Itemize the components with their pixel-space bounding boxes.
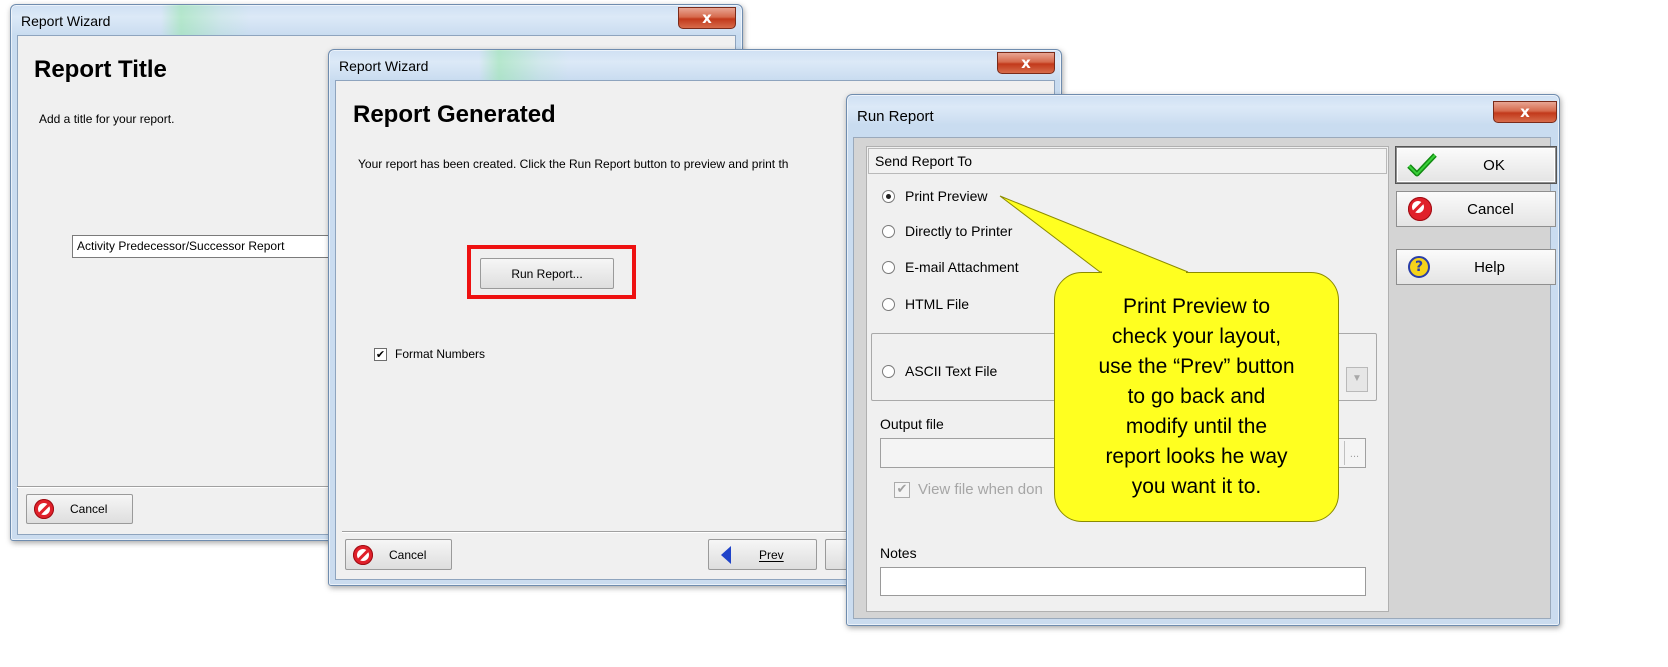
browse-button[interactable]: ... xyxy=(1344,441,1364,465)
format-numbers-checkbox[interactable]: ✔ Format Numbers xyxy=(374,347,485,361)
radio-icon xyxy=(882,224,895,238)
notes-label: Notes xyxy=(880,545,917,561)
option-label: Print Preview xyxy=(905,188,988,204)
radio-icon xyxy=(882,297,895,311)
send-report-to-label: Send Report To xyxy=(875,153,973,169)
divider xyxy=(17,486,328,488)
divider xyxy=(342,531,852,533)
cancel-button[interactable]: Cancel xyxy=(345,539,452,570)
ok-button[interactable]: OK xyxy=(1396,147,1556,183)
close-button[interactable]: x xyxy=(678,7,736,29)
option-ascii-text-file[interactable]: ASCII Text File xyxy=(882,363,997,379)
page-title: Report Title xyxy=(34,56,167,83)
checkmark-icon xyxy=(1407,153,1437,177)
ascii-dropdown-arrow[interactable]: ▼ xyxy=(1346,367,1368,392)
page-title: Report Generated xyxy=(353,101,556,128)
help-icon: ? xyxy=(1408,256,1430,278)
view-file-label: View file when don xyxy=(918,481,1043,498)
option-print-preview[interactable]: Print Preview xyxy=(882,188,987,204)
close-button[interactable]: x xyxy=(997,52,1055,74)
format-numbers-label: Format Numbers xyxy=(395,347,486,361)
report-title-input[interactable]: Activity Predecessor/Successor Report xyxy=(72,235,332,258)
cancel-label: Cancel xyxy=(70,502,108,516)
send-report-to-header: Send Report To xyxy=(868,148,1387,174)
close-button[interactable]: x xyxy=(1493,101,1557,123)
ok-label: OK xyxy=(1483,156,1505,174)
cancel-button[interactable]: Cancel xyxy=(26,494,133,524)
view-file-checkbox[interactable]: ✔ View file when don xyxy=(894,481,1043,498)
option-label: Directly to Printer xyxy=(905,223,1013,239)
cancel-button[interactable]: Cancel xyxy=(1396,191,1556,227)
prev-label: Prev xyxy=(759,547,784,562)
option-label: HTML File xyxy=(905,296,970,312)
notes-input[interactable] xyxy=(880,567,1366,596)
option-html-file[interactable]: HTML File xyxy=(882,296,969,312)
help-button[interactable]: ? Help xyxy=(1396,249,1556,285)
prev-button[interactable]: Prev xyxy=(708,539,817,570)
run-report-button[interactable]: Run Report... xyxy=(480,258,614,289)
report-title-value: Activity Predecessor/Successor Report xyxy=(77,239,285,253)
cancel-label: Cancel xyxy=(1467,200,1514,218)
cancel-icon xyxy=(353,544,373,565)
window-title: Report Wizard xyxy=(329,50,1061,80)
output-file-label: Output file xyxy=(880,416,944,432)
window-title: Report Wizard xyxy=(11,5,742,35)
checkmark-icon: ✔ xyxy=(894,481,910,498)
left-arrow-icon xyxy=(721,545,731,564)
option-label: E-mail Attachment xyxy=(905,259,1019,275)
checkmark-icon: ✔ xyxy=(374,347,387,361)
help-label: Help xyxy=(1474,258,1505,276)
option-directly-to-printer[interactable]: Directly to Printer xyxy=(882,223,1012,239)
cancel-icon xyxy=(1408,197,1432,221)
radio-icon xyxy=(882,260,895,274)
instruction-text: Add a title for your report. xyxy=(39,112,175,126)
option-label: ASCII Text File xyxy=(905,363,998,379)
run-report-label: Run Report... xyxy=(511,266,583,281)
radio-icon xyxy=(882,364,895,378)
cancel-icon xyxy=(34,499,54,519)
option-email-attachment[interactable]: E-mail Attachment xyxy=(882,259,1019,275)
dialog-title: Run Report xyxy=(857,108,934,125)
callout-note: Print Preview to check your layout, use … xyxy=(1054,272,1339,522)
instruction-text: Your report has been created. Click the … xyxy=(358,157,789,171)
radio-selected-icon xyxy=(882,189,895,203)
cancel-label: Cancel xyxy=(389,547,427,562)
